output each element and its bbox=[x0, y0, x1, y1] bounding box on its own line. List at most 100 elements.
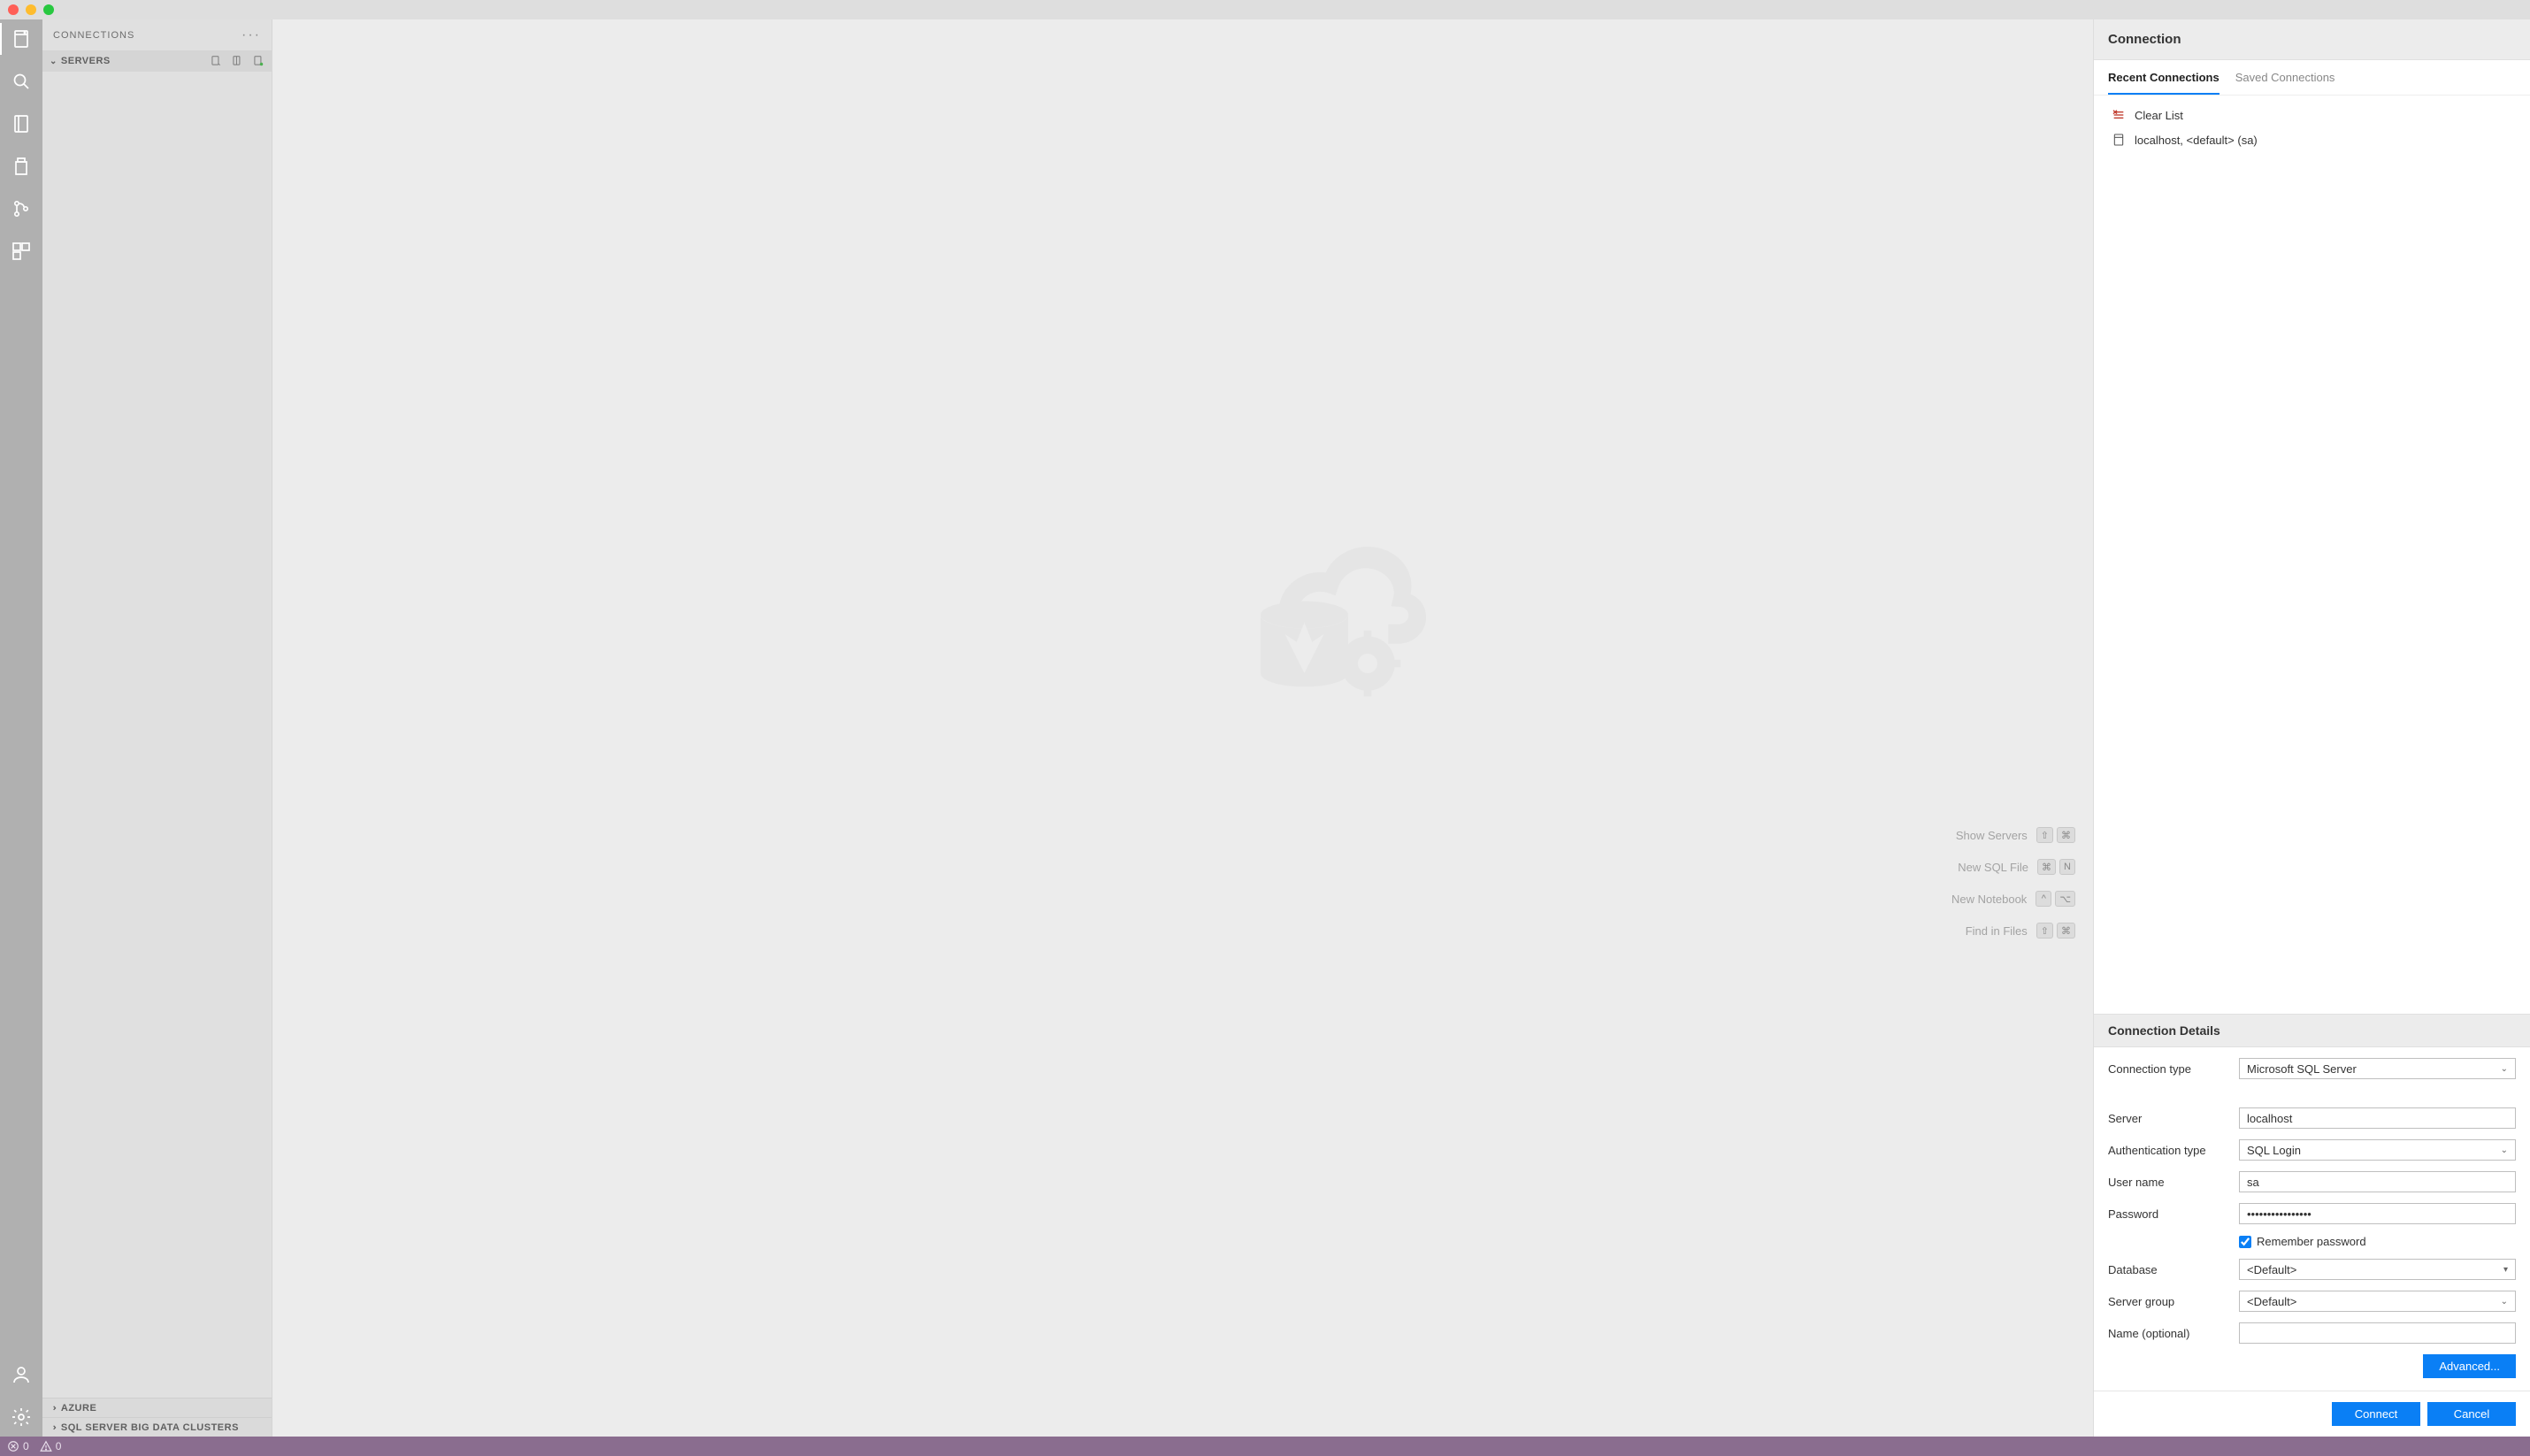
server-group-value: <Default> bbox=[2247, 1295, 2296, 1308]
caret-down-icon: ▾ bbox=[2503, 1265, 2508, 1275]
clear-list-icon bbox=[2112, 108, 2126, 122]
key-icon: ⌘ bbox=[2057, 827, 2075, 843]
label-database: Database bbox=[2108, 1263, 2228, 1276]
status-errors[interactable]: 0 bbox=[7, 1440, 29, 1452]
bigdata-section[interactable]: ⌄ SQL SERVER BIG DATA CLUSTERS bbox=[42, 1417, 272, 1437]
server-input[interactable] bbox=[2239, 1107, 2516, 1129]
key-icon: N bbox=[2059, 859, 2075, 875]
status-bar: 0 0 bbox=[0, 1437, 2530, 1456]
explorer-icon[interactable] bbox=[11, 156, 32, 177]
recent-item-label: localhost, <default> (sa) bbox=[2135, 134, 2258, 147]
chevron-down-icon: ⌄ bbox=[2501, 1064, 2508, 1074]
new-group-icon[interactable] bbox=[231, 55, 243, 67]
connection-form: Connection type Microsoft SQL Server ⌄ Se… bbox=[2094, 1047, 2530, 1351]
chevron-right-icon: ⌄ bbox=[49, 1404, 58, 1412]
label-password: Password bbox=[2108, 1207, 2228, 1221]
shortcut-label: New SQL File bbox=[1958, 861, 2028, 874]
name-input[interactable] bbox=[2239, 1322, 2516, 1344]
chevron-right-icon: ⌄ bbox=[49, 1423, 58, 1431]
side-panel-more-icon[interactable]: ··· bbox=[242, 27, 261, 43]
extensions-icon[interactable] bbox=[11, 241, 32, 262]
auth-type-value: SQL Login bbox=[2247, 1144, 2301, 1157]
chevron-down-icon: ⌄ bbox=[2501, 1146, 2508, 1155]
server-icon bbox=[2112, 133, 2126, 147]
connection-details-header: Connection Details bbox=[2094, 1014, 2530, 1047]
key-icon: ⌘ bbox=[2037, 859, 2056, 875]
connection-tabs: Recent Connections Saved Connections bbox=[2094, 60, 2530, 96]
label-server: Server bbox=[2108, 1112, 2228, 1125]
database-value: <Default> bbox=[2247, 1263, 2296, 1276]
side-panel: CONNECTIONS ··· ⌄ SERVERS ⌄ AZURE ⌄ SQL … bbox=[42, 19, 272, 1437]
remember-password-label: Remember password bbox=[2257, 1235, 2366, 1248]
password-input[interactable] bbox=[2239, 1203, 2516, 1224]
titlebar bbox=[0, 0, 2530, 19]
connection-type-select[interactable]: Microsoft SQL Server ⌄ bbox=[2239, 1058, 2516, 1079]
connection-panel: Connection Recent Connections Saved Conn… bbox=[2093, 19, 2530, 1437]
side-panel-title-label: CONNECTIONS bbox=[53, 30, 134, 41]
key-icon: ⌥ bbox=[2055, 891, 2075, 907]
shortcut-label: Show Servers bbox=[1956, 829, 2028, 842]
tab-recent[interactable]: Recent Connections bbox=[2108, 60, 2220, 95]
connection-header: Connection bbox=[2094, 19, 2530, 60]
shortcut-new-notebook: New Notebook ^⌥ bbox=[1951, 891, 2075, 907]
label-connection-type: Connection type bbox=[2108, 1062, 2228, 1076]
servers-label: SERVERS bbox=[61, 56, 111, 66]
connection-footer: Connect Cancel bbox=[2094, 1391, 2530, 1437]
azure-section[interactable]: ⌄ AZURE bbox=[42, 1398, 272, 1417]
clear-list-button[interactable]: Clear List bbox=[2108, 103, 2516, 127]
search-icon[interactable] bbox=[11, 71, 32, 92]
side-panel-title: CONNECTIONS ··· bbox=[42, 19, 272, 50]
chevron-down-icon: ⌄ bbox=[2501, 1297, 2508, 1307]
servers-tree bbox=[42, 72, 272, 1398]
new-connection-icon[interactable] bbox=[210, 55, 222, 67]
account-icon[interactable] bbox=[11, 1364, 32, 1385]
recent-body bbox=[2094, 159, 2530, 1014]
shortcut-show-servers: Show Servers ⇧⌘ bbox=[1956, 827, 2075, 843]
window-minimize-icon[interactable] bbox=[26, 4, 36, 15]
key-icon: ⇧ bbox=[2036, 827, 2053, 843]
label-user: User name bbox=[2108, 1176, 2228, 1189]
server-group-select[interactable]: <Default> ⌄ bbox=[2239, 1291, 2516, 1312]
shortcut-new-sql: New SQL File ⌘N bbox=[1958, 859, 2075, 875]
servers-section[interactable]: ⌄ SERVERS bbox=[42, 50, 272, 72]
chevron-down-icon: ⌄ bbox=[50, 57, 58, 66]
database-select[interactable]: <Default> ▾ bbox=[2239, 1259, 2516, 1280]
connect-button[interactable]: Connect bbox=[2332, 1402, 2420, 1426]
shortcut-find-files: Find in Files ⇧⌘ bbox=[1966, 923, 2075, 939]
status-warnings[interactable]: 0 bbox=[40, 1440, 62, 1452]
warnings-count: 0 bbox=[56, 1440, 62, 1452]
watermark-icon bbox=[1231, 517, 1426, 712]
key-icon: ^ bbox=[2036, 891, 2051, 907]
shortcut-label: New Notebook bbox=[1951, 893, 2027, 906]
bigdata-label: SQL SERVER BIG DATA CLUSTERS bbox=[61, 1422, 239, 1433]
key-icon: ⇧ bbox=[2036, 923, 2053, 939]
window-close-icon[interactable] bbox=[8, 4, 19, 15]
key-icon: ⌘ bbox=[2057, 923, 2075, 939]
auth-type-select[interactable]: SQL Login ⌄ bbox=[2239, 1139, 2516, 1161]
settings-icon[interactable] bbox=[11, 1406, 32, 1428]
window-maximize-icon[interactable] bbox=[43, 4, 54, 15]
new-server-icon[interactable] bbox=[252, 55, 264, 67]
azure-label: AZURE bbox=[61, 1403, 96, 1414]
activity-bar bbox=[0, 19, 42, 1437]
clear-list-label: Clear List bbox=[2135, 109, 2183, 122]
label-name: Name (optional) bbox=[2108, 1327, 2228, 1340]
connections-icon[interactable] bbox=[11, 28, 32, 50]
recent-list: Clear List localhost, <default> (sa) bbox=[2094, 96, 2530, 159]
welcome-shortcuts: Show Servers ⇧⌘ New SQL File ⌘N New Note… bbox=[1951, 827, 2075, 939]
errors-count: 0 bbox=[23, 1440, 29, 1452]
label-group: Server group bbox=[2108, 1295, 2228, 1308]
cancel-button[interactable]: Cancel bbox=[2427, 1402, 2516, 1426]
tab-saved[interactable]: Saved Connections bbox=[2235, 60, 2335, 95]
recent-connection-item[interactable]: localhost, <default> (sa) bbox=[2108, 127, 2516, 152]
source-control-icon[interactable] bbox=[11, 198, 32, 219]
remember-password-checkbox[interactable] bbox=[2239, 1236, 2251, 1248]
advanced-button[interactable]: Advanced... bbox=[2423, 1354, 2516, 1378]
username-input[interactable] bbox=[2239, 1171, 2516, 1192]
shortcut-label: Find in Files bbox=[1966, 924, 2028, 938]
connection-type-value: Microsoft SQL Server bbox=[2247, 1062, 2357, 1076]
main-area: CONNECTIONS ··· ⌄ SERVERS ⌄ AZURE ⌄ SQL … bbox=[0, 19, 2530, 1437]
editor-area: Show Servers ⇧⌘ New SQL File ⌘N New Note… bbox=[272, 19, 2093, 1437]
label-auth: Authentication type bbox=[2108, 1144, 2228, 1157]
notebooks-icon[interactable] bbox=[11, 113, 32, 134]
